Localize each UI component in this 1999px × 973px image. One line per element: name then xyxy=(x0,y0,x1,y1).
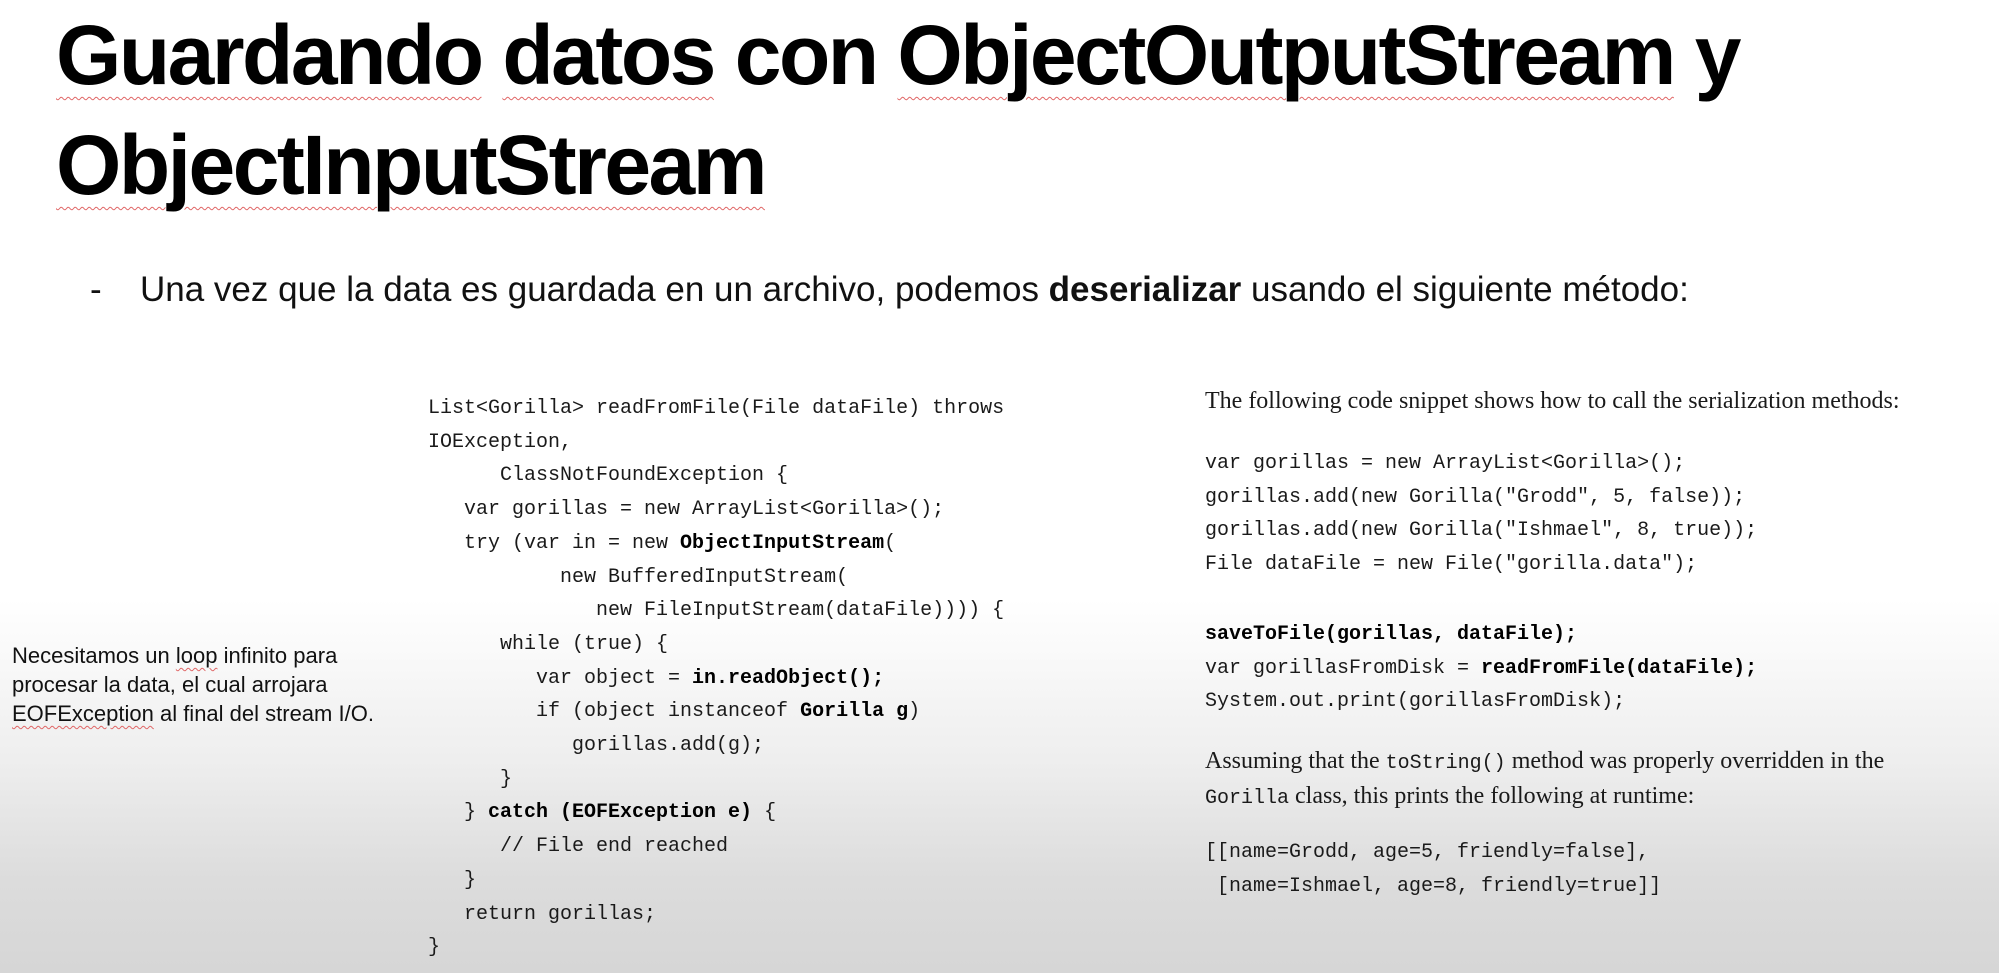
slide-title: Guardando datos con ObjectOutputStream y… xyxy=(56,0,1976,220)
bullet-text: Una vez que la data es guardada en un ar… xyxy=(140,270,1049,309)
code-emphasis: Gorilla g xyxy=(800,700,909,724)
runtime-output: [[name=Grodd, age=5, friendly=false], [n… xyxy=(1205,836,1661,903)
code-line: ClassNotFoundException { xyxy=(428,464,789,488)
assumption-text: Assuming that the toString() method was … xyxy=(1205,745,1884,815)
code-line: var gorillasFromDisk = readFromFile(data… xyxy=(1205,656,1758,680)
code-emphasis: ObjectInputStream xyxy=(680,531,885,555)
code-emphasis: readFromFile(dataFile); xyxy=(1481,656,1758,680)
assumption-part: class, this prints the following at runt… xyxy=(1289,783,1695,809)
code-line: List<Gorilla> readFromFile(File dataFile… xyxy=(428,397,1005,420)
assumption-part: Assuming that the xyxy=(1205,748,1386,774)
title-line-1: Guardando datos con ObjectOutputStream y xyxy=(56,0,1976,110)
assumption-part: method was properly overridden in the xyxy=(1505,748,1885,774)
code-line: return gorillas; xyxy=(428,902,657,926)
title-word: con xyxy=(734,8,879,102)
title-word: ObjectOutputStream xyxy=(897,8,1676,102)
code-line: gorillas.add(new Gorilla("Grodd", 5, fal… xyxy=(1205,485,1746,509)
code-line: saveToFile(gorillas, dataFile); xyxy=(1205,623,1577,646)
slide: Guardando datos con ObjectOutputStream y… xyxy=(0,0,1999,973)
code-line: [name=Ishmael, age=8, friendly=true]] xyxy=(1205,874,1662,898)
inline-code-gorilla: Gorilla xyxy=(1205,787,1290,810)
bullet-point: - Una vez que la data es guardada en un a… xyxy=(90,268,1689,312)
side-note-text: al final del stream I/O. xyxy=(153,701,374,726)
code-line: gorillas.add(new Gorilla("Ishmael", 8, t… xyxy=(1205,519,1758,543)
code-line: try (var in = new ObjectInputStream( xyxy=(428,531,897,555)
inline-code-tostring: toString() xyxy=(1385,752,1506,775)
code-line: [[name=Grodd, age=5, friendly=false], xyxy=(1205,841,1650,864)
title-word: y xyxy=(1694,8,1742,102)
bullet-dash: - xyxy=(90,270,102,309)
code-line: } catch (EOFException e) { xyxy=(428,801,777,825)
title-word: Guardando xyxy=(56,8,484,102)
code-line: IOException, xyxy=(428,430,573,454)
side-note-text: Necesitamos un xyxy=(12,643,176,668)
title-word: datos xyxy=(502,8,716,102)
code-line: } xyxy=(428,936,441,960)
side-note: Necesitamos un loop infinito para proces… xyxy=(12,641,382,728)
code-line: if (object instanceof Gorilla g) xyxy=(428,700,921,724)
right-intro-text: The following code snippet shows how to … xyxy=(1205,388,1900,414)
code-block-read-from-file: List<Gorilla> readFromFile(File dataFile… xyxy=(428,392,1004,965)
code-line: var gorillas = new ArrayList<Gorilla>(); xyxy=(1205,452,1686,475)
code-line: } xyxy=(428,767,513,791)
code-line: File dataFile = new File("gorilla.data")… xyxy=(1205,553,1698,577)
code-snippet-create-gorillas: var gorillas = new ArrayList<Gorilla>();… xyxy=(1205,447,1757,582)
code-line: new BufferedInputStream( xyxy=(428,565,849,589)
code-line: System.out.print(gorillasFromDisk); xyxy=(1205,690,1626,714)
code-line: var gorillas = new ArrayList<Gorilla>(); xyxy=(428,498,945,522)
code-emphasis: in.readObject(); xyxy=(692,666,885,690)
code-line: } xyxy=(428,868,477,892)
title-word: ObjectInputStream xyxy=(56,118,767,212)
code-line: gorillas.add(g); xyxy=(428,734,765,758)
code-line: var object = in.readObject(); xyxy=(428,666,885,690)
side-note-term-loop: loop xyxy=(175,643,218,668)
bullet-bold-term: deserializar xyxy=(1048,270,1242,309)
code-emphasis: saveToFile(gorillas, dataFile); xyxy=(1205,623,1578,646)
title-line-2: ObjectInputStream xyxy=(56,110,1976,220)
code-snippet-save-read: saveToFile(gorillas, dataFile); var gori… xyxy=(1205,618,1757,719)
bullet-text-end: usando el siguiente método: xyxy=(1241,270,1689,309)
code-line: new FileInputStream(dataFile)))) { xyxy=(428,599,1005,623)
code-line: while (true) { xyxy=(428,632,669,656)
side-note-term-exception: EOFException xyxy=(12,701,154,726)
code-line: // File end reached xyxy=(428,835,729,859)
code-emphasis: catch (EOFException e) xyxy=(488,801,753,825)
